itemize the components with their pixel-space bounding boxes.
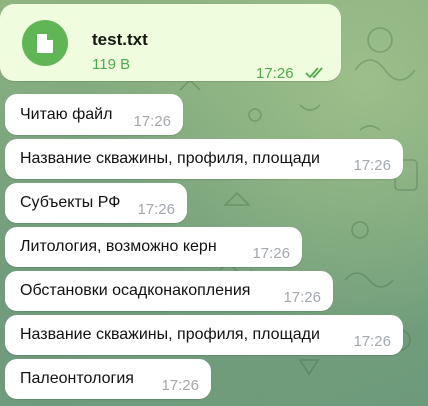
message-text: Литология, возможно керн (20, 238, 217, 255)
message-text: Читаю файл (20, 105, 113, 123)
message-bubble[interactable]: Читаю файл 17:26 (5, 94, 183, 135)
message-text: Название скважины, профиля, площади (20, 150, 320, 167)
message-bubble[interactable]: Название скважины, профиля, площади 17:2… (5, 139, 403, 179)
message-time: 17:26 (133, 113, 171, 130)
message-bubble[interactable]: Субъекты РФ 17:26 (5, 183, 187, 223)
message-time: 17:26 (283, 289, 321, 306)
file-name[interactable]: test.txt (92, 30, 148, 50)
message-text: Обстановки осадконакопления (20, 282, 251, 299)
message-bubble[interactable]: Палеонтология 17:26 (5, 359, 211, 399)
file-size: 119 B (92, 56, 131, 73)
message-text: Название скважины, профиля, площади (20, 326, 320, 343)
double-check-icon (305, 67, 323, 79)
message-time: 17:26 (353, 157, 391, 174)
message-time: 17:26 (161, 377, 199, 394)
file-message-bubble[interactable]: test.txt 119 B 17:26 (0, 4, 341, 82)
message-bubble[interactable]: Литология, возможно керн 17:26 (5, 227, 302, 267)
message-time: 17:26 (256, 65, 294, 82)
message-time: 17:26 (137, 201, 175, 218)
message-bubble[interactable]: Название скважины, профиля, площади 17:2… (5, 315, 403, 355)
file-icon[interactable] (22, 20, 68, 66)
message-bubble[interactable]: Обстановки осадконакопления 17:26 (5, 271, 333, 311)
message-time: 17:26 (353, 333, 391, 350)
message-text: Палеонтология (20, 370, 134, 387)
message-text: Субъекты РФ (20, 194, 121, 211)
message-time: 17:26 (252, 245, 290, 262)
